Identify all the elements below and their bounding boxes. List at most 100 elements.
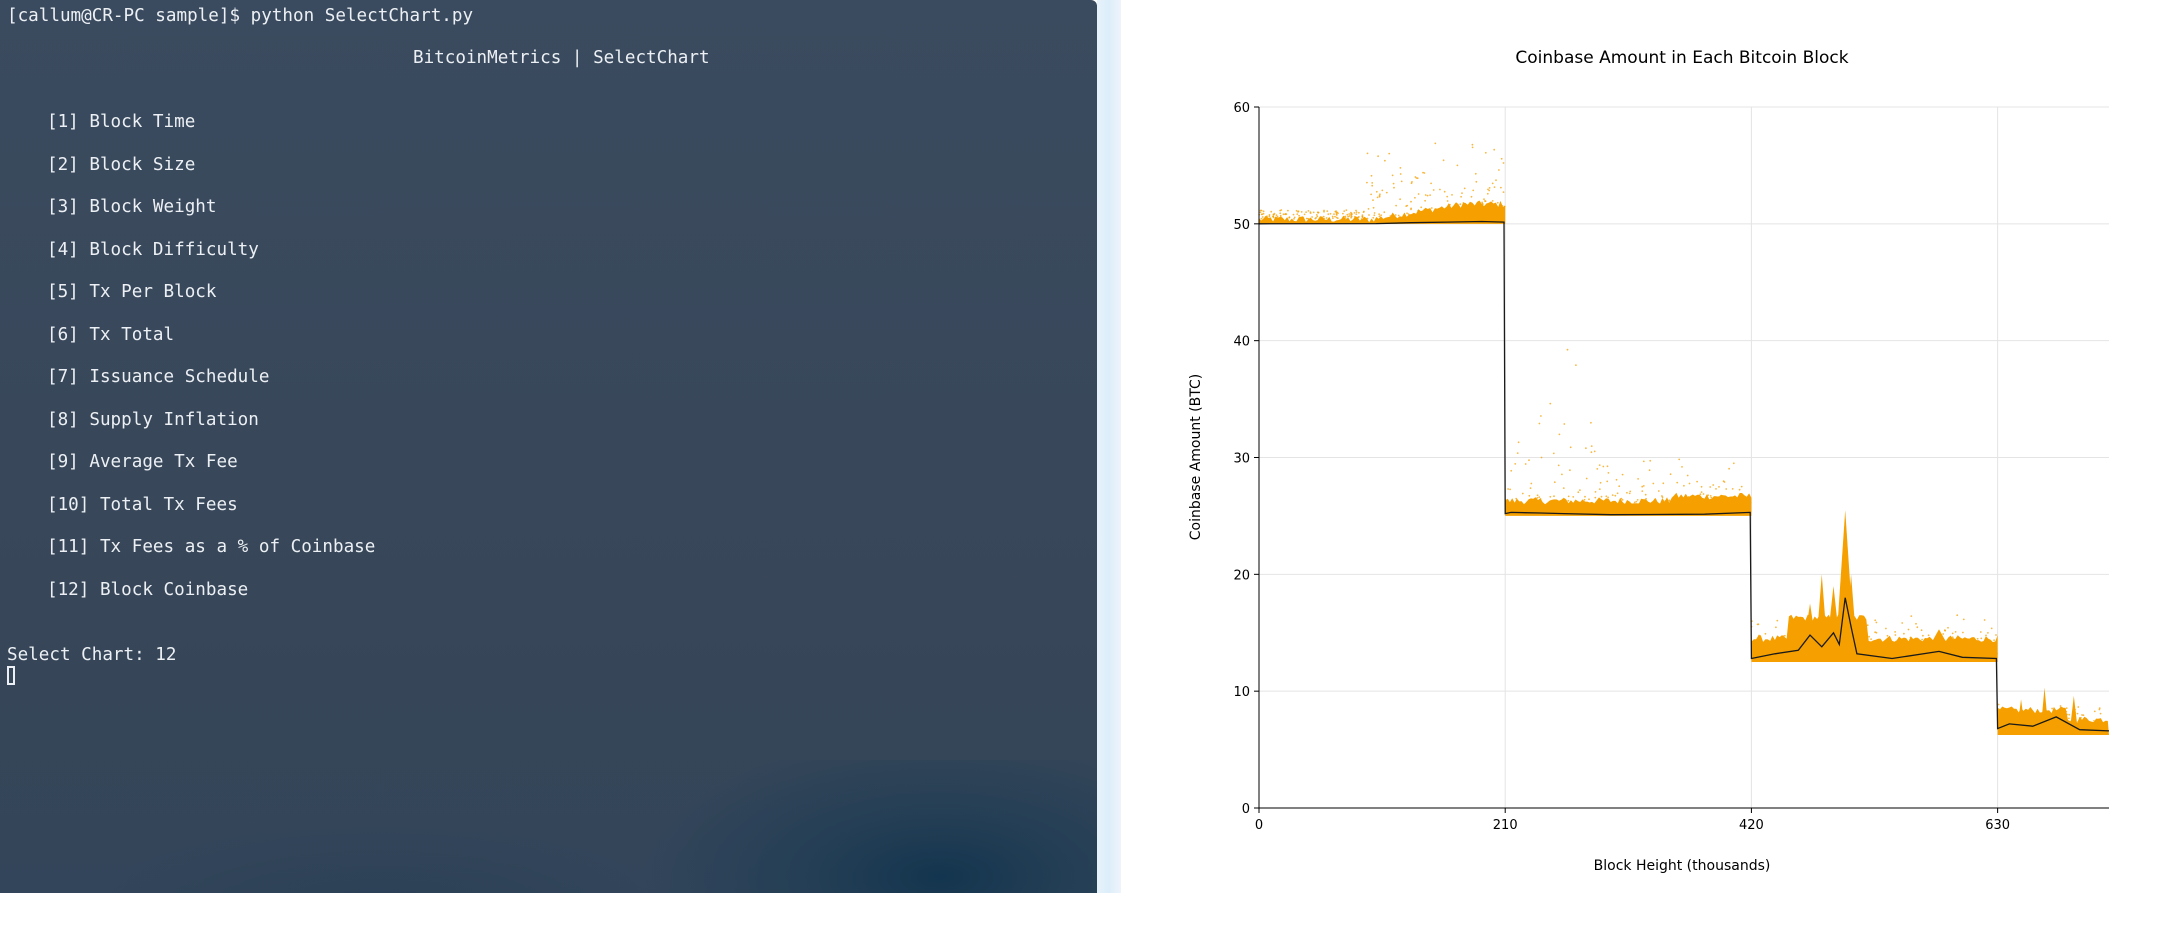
menu-item: [1] Block Time: [47, 112, 196, 132]
scatter-point: [1618, 485, 1621, 488]
scatter-point: [1590, 445, 1593, 447]
scatter-point: [1262, 210, 1265, 213]
scatter-point: [1327, 213, 1330, 216]
scatter-point: [1637, 478, 1639, 480]
scatter-point: [1260, 209, 1263, 212]
scatter-point: [1596, 468, 1599, 470]
scatter-point: [1563, 423, 1566, 425]
scatter-point: [1350, 212, 1353, 215]
y-tick-label: 0: [1242, 802, 1250, 817]
scatter-point: [1712, 484, 1715, 486]
scatter-point: [1336, 217, 1339, 220]
menu-item: [3] Block Weight: [47, 197, 217, 217]
scatter-point: [1983, 619, 1986, 621]
scatter-point: [1259, 211, 1262, 214]
scatter-point: [1569, 446, 1572, 449]
scatter-point: [1921, 638, 1923, 641]
select-chart-input-line[interactable]: Select Chart: 12: [7, 645, 176, 665]
scatter-point: [1995, 634, 1997, 636]
scatter-point: [1502, 191, 1505, 194]
y-tick-label: 10: [1233, 685, 1250, 700]
scatter-point: [1500, 186, 1502, 189]
scatter-point: [1287, 209, 1289, 212]
terminal-command-line: [callum@CR-PC sample]$ python SelectChar…: [7, 6, 474, 26]
menu-item: [10] Total Tx Fees: [47, 495, 238, 515]
scatter-point: [1553, 481, 1556, 484]
scatter-point: [1521, 492, 1524, 495]
scatter-point: [1273, 213, 1275, 216]
scatter-point: [1540, 456, 1543, 459]
scatter-point: [1661, 496, 1664, 499]
scatter-point: [1342, 212, 1344, 215]
scatter-band: [1751, 614, 1998, 662]
scatter-point: [1886, 634, 1889, 637]
scatter-point: [1579, 489, 1581, 491]
scatter-point: [1738, 488, 1741, 491]
scatter-point: [1985, 634, 1987, 637]
scatter-point: [1514, 463, 1517, 465]
scatter-point: [1557, 464, 1560, 467]
scatter-point: [1348, 213, 1351, 215]
scatter-point: [1323, 210, 1325, 213]
scatter-point: [1990, 627, 1993, 630]
scatter-point: [1590, 451, 1593, 454]
scatter-point: [1732, 462, 1735, 465]
scatter-point: [1536, 494, 1539, 497]
scatter-point: [1471, 146, 1474, 149]
scatter-point: [1331, 215, 1334, 218]
scatter-point: [1621, 473, 1624, 476]
scatter-point: [1355, 211, 1358, 214]
scatter-point: [1486, 192, 1489, 195]
scatter-point: [1524, 463, 1527, 465]
menu-item: [9] Average Tx Fee: [47, 452, 238, 472]
scatter-point: [2065, 707, 2068, 709]
scatter-point: [1951, 632, 1954, 635]
scatter-point: [1700, 485, 1703, 488]
scatter-point: [1472, 189, 1475, 192]
scatter-point: [1335, 211, 1338, 214]
scatter-point: [1552, 452, 1555, 455]
scatter-point: [1378, 215, 1381, 218]
scatter-point: [1696, 480, 1698, 483]
scatter-point: [1446, 195, 1449, 198]
scatter-point: [1870, 638, 1872, 640]
scatter-point: [1915, 622, 1917, 625]
scatter-point: [1345, 209, 1348, 212]
scatter-point: [1598, 464, 1601, 466]
scatter-point: [1976, 637, 1979, 640]
scatter-point: [1688, 482, 1691, 485]
scatter-point: [1910, 615, 1913, 617]
scatter-point: [1583, 498, 1586, 501]
scatter-band: [1259, 200, 1506, 224]
terminal-window[interactable]: [callum@CR-PC sample]$ python SelectChar…: [0, 0, 1097, 893]
scatter-point: [1764, 632, 1767, 635]
scatter-point: [1566, 348, 1569, 351]
scatter-point: [1903, 632, 1905, 635]
scatter-point: [1700, 491, 1703, 493]
scatter-point: [1669, 473, 1672, 476]
scatter-point: [1303, 213, 1306, 216]
scatter-point: [1606, 480, 1609, 483]
menu-header: BitcoinMetrics | SelectChart: [413, 48, 710, 68]
scatter-point: [1388, 152, 1391, 155]
menu-item: [12] Block Coinbase: [47, 580, 249, 600]
scatter-point: [1709, 495, 1712, 497]
scatter-point: [1529, 487, 1532, 489]
scatter-point: [1954, 631, 1957, 633]
y-tick-label: 50: [1233, 218, 1250, 233]
scatter-point: [1510, 469, 1513, 472]
scatter-point: [1528, 459, 1530, 462]
scatter-point: [1296, 213, 1299, 216]
scatter-point: [1642, 460, 1645, 463]
scatter-point: [1562, 487, 1565, 489]
scatter-point: [1298, 214, 1300, 217]
scatter-point: [1393, 186, 1395, 189]
scatter-point: [1775, 626, 1777, 629]
scatter-point: [1956, 614, 1959, 617]
scatter-point: [1783, 634, 1786, 637]
scatter-point: [1434, 142, 1437, 145]
scatter-spike: [2070, 695, 2078, 727]
scatter-point: [1649, 459, 1652, 462]
menu-item: [4] Block Difficulty: [47, 240, 259, 260]
scatter-point: [1426, 194, 1429, 197]
